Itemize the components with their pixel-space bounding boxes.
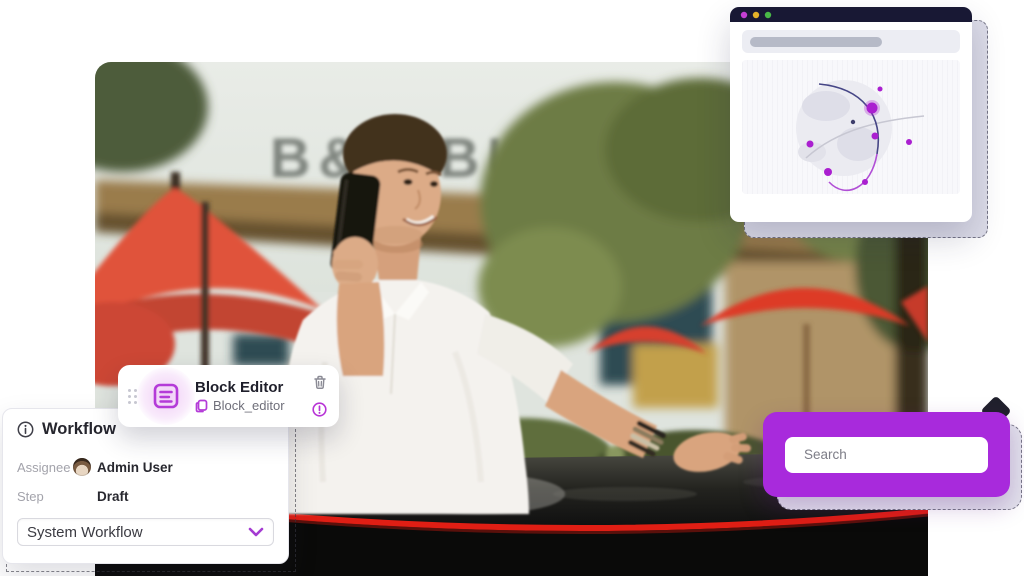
block-editor-card[interactable]: Block Editor Block_editor bbox=[118, 365, 339, 427]
workflow-select[interactable]: System Workflow bbox=[17, 518, 274, 546]
browser-titlebar bbox=[730, 7, 972, 22]
page-copy-icon bbox=[195, 399, 208, 413]
step-value: Draft bbox=[97, 489, 129, 504]
workflow-title: Workflow bbox=[42, 420, 116, 439]
step-label: Step bbox=[17, 489, 73, 504]
block-editor-title: Block Editor bbox=[195, 379, 285, 396]
chevron-down-icon bbox=[248, 527, 264, 537]
search-box[interactable] bbox=[785, 437, 988, 473]
search-input[interactable] bbox=[804, 447, 981, 462]
browser-window bbox=[730, 7, 972, 222]
workflow-card: Workflow Assignee Admin User Step Draft … bbox=[2, 408, 289, 564]
globe-icon bbox=[742, 60, 960, 194]
alert-circle-icon[interactable] bbox=[312, 402, 327, 417]
address-pill bbox=[750, 37, 882, 47]
search-card bbox=[763, 412, 1010, 497]
assignee-avatar bbox=[73, 458, 91, 476]
stage: B&B BUTCH bbox=[0, 0, 1024, 576]
block-editor-tile bbox=[146, 376, 186, 416]
browser-address-bar[interactable] bbox=[742, 30, 960, 53]
window-dots-icon bbox=[740, 11, 774, 19]
globe-illustration-panel bbox=[742, 60, 960, 194]
workflow-select-value: System Workflow bbox=[27, 524, 143, 541]
assignee-label: Assignee bbox=[17, 460, 73, 475]
drag-handle-icon[interactable] bbox=[128, 389, 137, 404]
block-editor-reference: Block_editor bbox=[213, 398, 285, 413]
info-icon bbox=[17, 421, 34, 438]
trash-icon[interactable] bbox=[313, 375, 327, 390]
assignee-value: Admin User bbox=[97, 460, 173, 475]
block-editor-icon bbox=[151, 381, 181, 411]
